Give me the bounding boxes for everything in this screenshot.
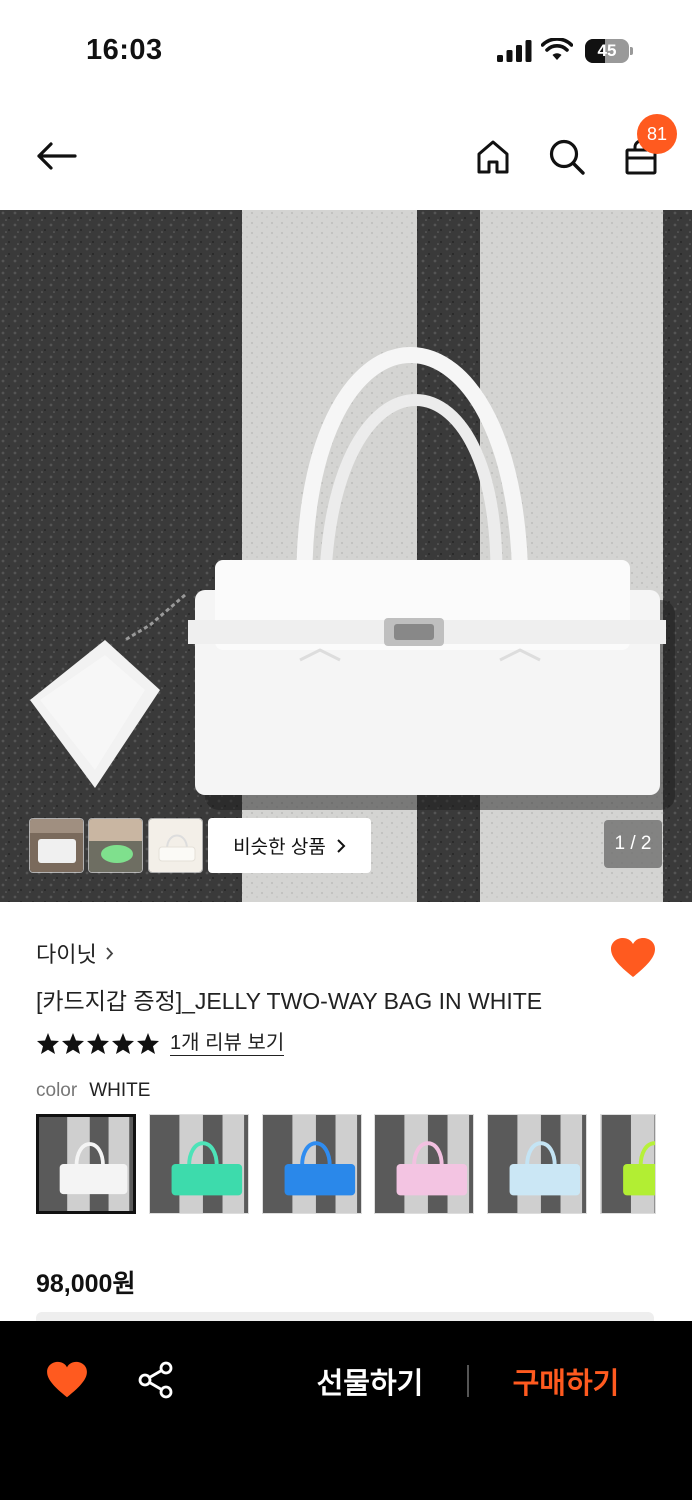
search-icon (549, 139, 585, 175)
star-icon (37, 1032, 59, 1054)
rating-row: 1개 리뷰 보기 (36, 1028, 285, 1058)
gallery-thumbnail[interactable] (29, 818, 84, 873)
status-bar: 16:03 45 (0, 0, 692, 104)
color-swatch-blue[interactable] (262, 1114, 362, 1214)
color-swatch-lime[interactable] (600, 1114, 656, 1214)
color-swatch-mint[interactable] (149, 1114, 249, 1214)
arrow-left-icon (37, 142, 77, 170)
chevron-right-icon (106, 946, 113, 960)
option-value: WHITE (89, 1080, 151, 1101)
star-icon (62, 1032, 84, 1054)
option-label: color WHITE (36, 1080, 150, 1102)
heart-icon (47, 1361, 87, 1398)
chevron-right-icon (337, 838, 346, 853)
star-icon (112, 1032, 134, 1054)
gallery-thumbnail[interactable] (88, 818, 143, 873)
bottom-action-bar: 선물하기 구매하기 (0, 1321, 692, 1500)
buy-button[interactable]: 구매하기 (496, 1357, 636, 1405)
reviews-link[interactable]: 1개 리뷰 보기 (170, 1031, 285, 1056)
battery-level: 45 (597, 41, 617, 60)
home-button[interactable] (470, 134, 516, 180)
option-key: color (36, 1080, 78, 1101)
cellular-signal-icon (497, 40, 532, 62)
search-button[interactable] (544, 134, 590, 180)
cart-count-badge: 81 (637, 114, 677, 154)
top-nav-bar (0, 104, 692, 210)
product-price: 98,000원 (36, 1270, 136, 1298)
gift-button[interactable]: 선물하기 (300, 1357, 440, 1405)
product-title: [카드지갑 증정]_JELLY TWO-WAY BAG IN WHITE (36, 988, 543, 1014)
wifi-icon (541, 38, 573, 60)
status-time: 16:03 (86, 34, 163, 66)
color-swatch-white[interactable] (36, 1114, 136, 1214)
product-image-gallery[interactable]: 비슷한 상품 1 / 2 (0, 210, 692, 902)
similar-products-label: 비슷한 상품 (233, 837, 326, 858)
home-icon (477, 140, 509, 174)
brand-link[interactable]: 다이닛 (36, 937, 114, 969)
color-swatch-pink[interactable] (374, 1114, 474, 1214)
battery-icon: 45 (585, 39, 633, 63)
image-page-indicator: 1 / 2 (604, 820, 662, 868)
back-button[interactable] (30, 134, 82, 178)
color-swatch-light-blue[interactable] (487, 1114, 587, 1214)
star-icon (87, 1032, 109, 1054)
share-icon (138, 1361, 173, 1399)
like-button[interactable] (610, 937, 656, 979)
heart-icon (611, 938, 655, 977)
share-button[interactable] (137, 1361, 177, 1401)
gallery-thumbnail[interactable] (148, 818, 203, 873)
brand-name: 다이닛 (36, 942, 97, 967)
bottom-like-button[interactable] (46, 1361, 88, 1401)
star-icon (137, 1032, 159, 1054)
bottom-bar-divider (467, 1365, 469, 1397)
rating-stars (36, 1032, 160, 1055)
product-photo (0, 210, 692, 902)
similar-products-button[interactable]: 비슷한 상품 (208, 818, 371, 873)
